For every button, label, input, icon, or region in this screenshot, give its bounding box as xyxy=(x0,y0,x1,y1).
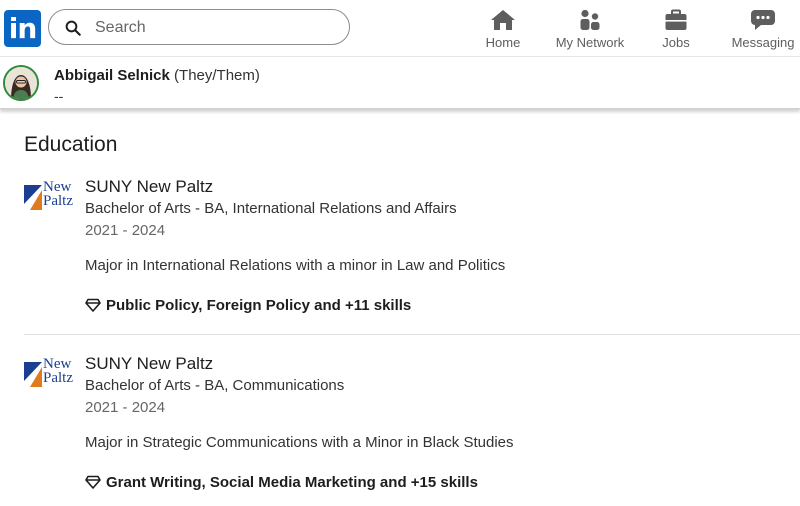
profile-name-line[interactable]: Abbigail Selnick (They/Them) xyxy=(54,67,260,84)
nav-home-label: Home xyxy=(485,35,521,50)
dates: 2021 - 2024 xyxy=(85,222,166,239)
linkedin-logo[interactable]: in xyxy=(4,10,41,47)
degree: Bachelor of Arts - BA, Communications xyxy=(85,377,345,394)
section-title: Education xyxy=(24,133,118,156)
dates: 2021 - 2024 xyxy=(85,399,166,416)
new-paltz-mark-icon xyxy=(24,362,42,387)
top-nav: in Home My Network Jobs xyxy=(0,0,800,56)
profile-photo xyxy=(5,67,37,99)
nav-messaging[interactable]: Messaging xyxy=(728,6,798,52)
nav-jobs[interactable]: Jobs xyxy=(656,6,696,52)
divider xyxy=(24,334,800,335)
nav-my-network-label: My Network xyxy=(555,35,625,50)
skills-link[interactable]: Public Policy, Foreign Policy and +11 sk… xyxy=(85,297,411,314)
search-box[interactable] xyxy=(48,9,350,45)
profile-header: Abbigail Selnick (They/Them) -- xyxy=(0,56,800,109)
school-logo-word-2: Paltz xyxy=(43,370,73,386)
school-name[interactable]: SUNY New Paltz xyxy=(85,177,213,197)
school-logo[interactable]: New Paltz xyxy=(24,180,76,212)
school-logo-word-2: Paltz xyxy=(43,193,73,209)
search-icon xyxy=(65,20,81,36)
school-logo[interactable]: New Paltz xyxy=(24,357,76,389)
diamond-icon xyxy=(85,475,101,489)
profile-pronouns: (They/Them) xyxy=(174,67,260,84)
messaging-icon xyxy=(751,10,775,30)
diamond-icon xyxy=(85,298,101,312)
profile-headline: -- xyxy=(54,88,64,104)
nav-my-network[interactable]: My Network xyxy=(552,6,628,52)
avatar[interactable] xyxy=(3,65,39,101)
profile-name: Abbigail Selnick xyxy=(54,67,170,84)
degree: Bachelor of Arts - BA, International Rel… xyxy=(85,200,457,217)
description: Major in Strategic Communications with a… xyxy=(85,434,514,451)
new-paltz-mark-icon xyxy=(24,185,42,210)
nav-home[interactable]: Home xyxy=(481,6,525,52)
skills-text: Grant Writing, Social Media Marketing an… xyxy=(106,474,478,491)
school-name[interactable]: SUNY New Paltz xyxy=(85,354,213,374)
home-icon xyxy=(491,10,515,30)
nav-messaging-label: Messaging xyxy=(731,35,795,50)
skills-text: Public Policy, Foreign Policy and +11 sk… xyxy=(106,297,412,314)
description: Major in International Relations with a … xyxy=(85,257,506,274)
briefcase-icon xyxy=(665,9,687,30)
nav-jobs-label: Jobs xyxy=(662,35,690,50)
skills-link[interactable]: Grant Writing, Social Media Marketing an… xyxy=(85,474,478,491)
search-input[interactable] xyxy=(93,16,337,40)
my-network-icon xyxy=(580,9,600,30)
